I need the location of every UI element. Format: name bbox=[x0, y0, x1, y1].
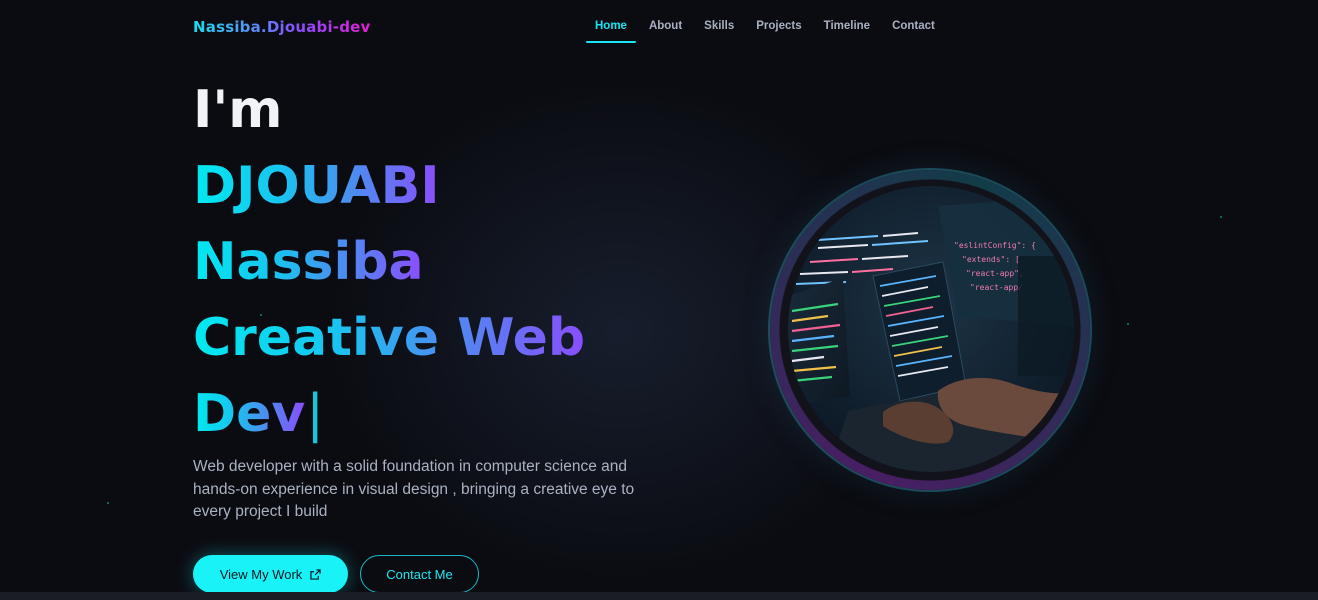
brand-logo[interactable]: Nassiba.Djouabi-dev bbox=[193, 18, 371, 36]
nav-link-skills[interactable]: Skills bbox=[695, 14, 743, 43]
page: Nassiba.Djouabi-dev Home About Skills Pr… bbox=[0, 0, 1318, 600]
hero-typed-line-2: Dev| bbox=[193, 376, 693, 452]
hero-first-name-line: Nassiba bbox=[193, 224, 693, 300]
hero-last-name: DJOUABI bbox=[193, 148, 440, 224]
nav-link-projects[interactable]: Projects bbox=[747, 14, 810, 43]
view-my-work-label: View My Work bbox=[219, 566, 303, 582]
view-my-work-button[interactable]: View My Work bbox=[193, 555, 348, 593]
svg-text:"eslintConfig": {: "eslintConfig": { bbox=[954, 241, 1036, 250]
particle-dot bbox=[1127, 323, 1129, 325]
hero-greeting: I'm bbox=[193, 80, 283, 140]
svg-text:"react-app/: "react-app/ bbox=[970, 283, 1023, 292]
external-link-icon bbox=[310, 568, 321, 580]
contact-me-label: Contact Me bbox=[386, 566, 453, 582]
nav-link-contact[interactable]: Contact bbox=[883, 14, 944, 43]
svg-text:"extends": [: "extends": [ bbox=[962, 255, 1020, 264]
particle-dot bbox=[1220, 216, 1222, 218]
nav-link-timeline[interactable]: Timeline bbox=[815, 14, 879, 43]
nav-links: Home About Skills Projects Timeline Cont… bbox=[586, 14, 948, 43]
hero-image: "eslintConfig": { "extends": [ "react-ap… bbox=[788, 186, 1074, 472]
hero-typed-line-1: Creative Web bbox=[193, 300, 693, 376]
svg-text:"react-app",: "react-app", bbox=[966, 269, 1024, 278]
hero-typed-text-1: Creative Web bbox=[193, 300, 585, 376]
hero-last-name-line: DJOUABI bbox=[193, 148, 693, 224]
hero-first-name: Nassiba bbox=[193, 224, 424, 300]
nav-link-home[interactable]: Home bbox=[586, 14, 636, 43]
bottom-scrollbar-area bbox=[0, 592, 1318, 600]
navbar: Nassiba.Djouabi-dev Home About Skills Pr… bbox=[0, 0, 1318, 54]
typing-cursor: | bbox=[306, 384, 324, 444]
hero-heading: I'm DJOUABI Nassiba Creative Web Dev| bbox=[193, 72, 693, 452]
nav-link-about[interactable]: About bbox=[640, 14, 691, 43]
particle-dot bbox=[107, 502, 109, 504]
hero-description: Web developer with a solid foundation in… bbox=[193, 458, 635, 520]
contact-me-button[interactable]: Contact Me bbox=[360, 555, 479, 593]
hero-typed-text-2: Dev bbox=[193, 376, 305, 452]
